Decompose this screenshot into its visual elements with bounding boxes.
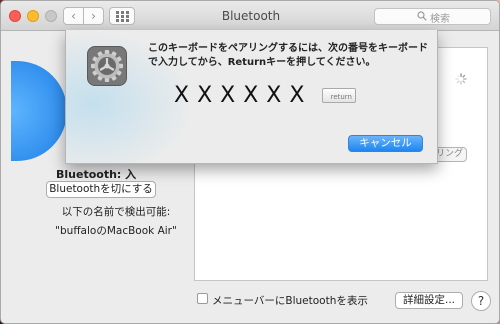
device-name: "buffaloのMacBook Air"	[55, 225, 177, 237]
search-icon	[417, 11, 427, 21]
advanced-button[interactable]: 詳細設定...	[395, 292, 463, 309]
pairing-instructions: このキーボードをペアリングするには、次の番号をキーボードで入力してから、Retu…	[148, 43, 428, 68]
preferences-window: ‹ › Bluetooth 検索 Bluetooth: 入 Bluetoothを…	[0, 0, 500, 324]
show-in-menubar-label: メニューバーにBluetoothを表示	[212, 295, 368, 307]
passkey-code: XXXXXX	[174, 83, 313, 108]
spinner-icon	[455, 73, 467, 85]
bluetooth-status: Bluetooth: 入	[56, 168, 137, 181]
cancel-button[interactable]: キャンセル	[348, 135, 423, 152]
system-preferences-gear-icon	[87, 46, 127, 86]
search-placeholder: 検索	[430, 14, 450, 25]
search-field[interactable]: 検索	[374, 8, 491, 25]
bluetooth-toggle-button[interactable]: Bluetoothを切にする	[46, 181, 156, 198]
pairing-sheet: このキーボードをペアリングするには、次の番号をキーボードで入力してから、Retu…	[65, 30, 438, 164]
bluetooth-logo-icon	[11, 61, 67, 161]
show-in-menubar-checkbox[interactable]	[197, 293, 208, 304]
return-key-icon: return	[322, 88, 356, 103]
title-bar: ‹ › Bluetooth 検索	[1, 1, 499, 31]
help-button[interactable]: ?	[471, 291, 491, 311]
discoverable-label: 以下の名前で検出可能:	[61, 206, 171, 218]
